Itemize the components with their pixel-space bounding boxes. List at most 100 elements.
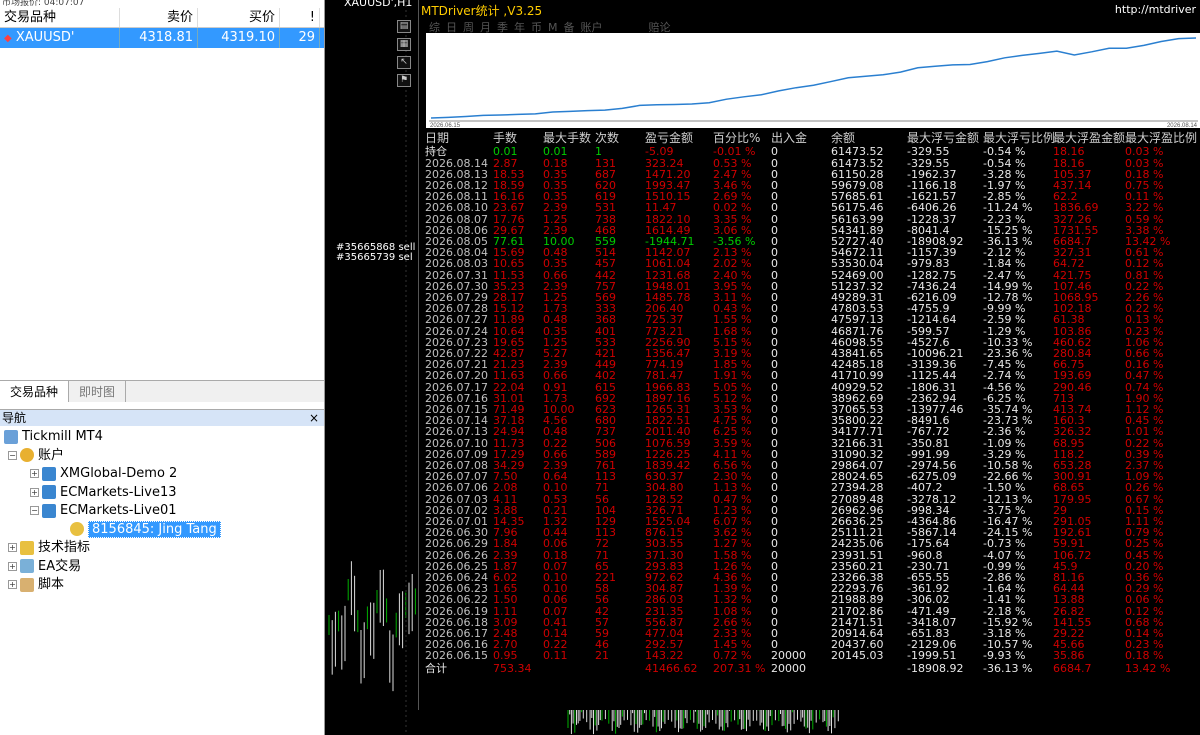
table-cell: 2026.06.19: [425, 604, 488, 618]
table-cell: 5.05 %: [713, 380, 752, 394]
table-cell: 1.84: [493, 537, 518, 551]
table-cell: 0: [771, 492, 778, 506]
col-spread[interactable]: !: [280, 8, 320, 27]
table-cell: 0.25 %: [1125, 537, 1164, 551]
table-cell: 56: [595, 492, 609, 506]
tree-user[interactable]: 8156845: Jing Tang: [0, 520, 324, 540]
table-cell: 0: [771, 156, 778, 170]
toolbar-button-3[interactable]: ↖: [397, 56, 411, 69]
tree-ea-label: EA交易: [38, 558, 82, 574]
table-cell: -4.56 %: [983, 380, 1026, 394]
table-cell: 290.46: [1053, 380, 1092, 394]
table-cell: 26.82: [1053, 604, 1085, 618]
symbol-row[interactable]: ◆ XAUUSD' 4318.81 4319.10 29: [0, 28, 324, 48]
col-bid[interactable]: 卖价: [120, 8, 198, 27]
collapse-icon[interactable]: −: [8, 450, 17, 460]
tree-account-2[interactable]: + ECMarkets-Live13: [0, 484, 324, 503]
col-symbol[interactable]: 交易品种: [0, 8, 120, 27]
table-cell: 506: [595, 436, 616, 450]
expand-icon[interactable]: +: [30, 487, 39, 497]
table-cell: 41466.62: [645, 661, 698, 675]
tree-indicators[interactable]: + 技术指标: [0, 539, 324, 558]
table-cell: 0.35: [543, 257, 568, 271]
table-cell: 34177.71: [831, 425, 884, 439]
toolbar-button-4[interactable]: ⚑: [397, 74, 411, 87]
table-cell: 0.66: [543, 369, 568, 383]
tree-account-1[interactable]: + XMGlobal-Demo 2: [0, 465, 324, 484]
table-cell: 442: [595, 268, 616, 282]
table-cell: 41710.99: [831, 369, 884, 383]
table-cell: 11.53: [493, 268, 525, 282]
table-cell: 20000: [771, 649, 806, 663]
tab-symbols[interactable]: 交易品种: [0, 381, 70, 402]
toolbar-button-2[interactable]: ▦: [397, 38, 411, 51]
price-chart[interactable]: XAUUSD',H1 ▤ ▦ ↖ ⚑ #35665868 sell #35665…: [326, 0, 1200, 735]
expand-icon[interactable]: +: [8, 561, 17, 571]
table-cell: 1.50: [493, 593, 518, 607]
table-cell: 68.95: [1053, 436, 1085, 450]
table-cell: -1228.37: [907, 212, 957, 226]
table-cell: 13.88: [1053, 593, 1085, 607]
table-cell: 百分比%: [713, 131, 761, 145]
table-cell: 0.03 %: [1125, 145, 1164, 158]
table-cell: 0.47 %: [713, 492, 752, 506]
table-cell: 2026.07.24: [425, 324, 488, 338]
table-cell: 2026.07.13: [425, 425, 488, 439]
table-cell: 手数: [493, 131, 518, 145]
tab-tick-chart[interactable]: 即时图: [69, 381, 127, 402]
symbol-cell: ◆ XAUUSD': [0, 28, 120, 48]
tree-scripts[interactable]: + 脚本: [0, 576, 324, 595]
expand-icon[interactable]: +: [8, 580, 17, 589]
table-cell: 773.21: [645, 324, 684, 338]
table-cell: 402: [595, 369, 616, 383]
table-cell: 6684.7: [1053, 661, 1092, 675]
tree-account-3[interactable]: − ECMarkets-Live01: [0, 502, 324, 521]
col-ask[interactable]: 买价: [198, 8, 280, 27]
table-cell: 53530.04: [831, 257, 884, 271]
table-cell: 68.65: [1053, 481, 1085, 495]
table-cell: 1.32 %: [713, 593, 752, 607]
table-cell: 21988.89: [831, 593, 884, 607]
table-cell: 0.01: [543, 145, 568, 158]
close-icon[interactable]: ×: [309, 410, 324, 426]
table-cell: 盈亏金额: [645, 131, 694, 145]
navigator-tree: Tickmill MT4 − 账户 + XMGlobal-Demo 2 + ECMar…: [0, 428, 324, 595]
table-cell: 371.30: [645, 548, 684, 562]
table-cell: 出入金: [771, 131, 808, 145]
collapse-icon[interactable]: −: [30, 506, 39, 515]
table-cell: 3.35 %: [713, 212, 752, 226]
table-cell: 10.65: [493, 257, 525, 271]
tree-root[interactable]: Tickmill MT4: [0, 428, 324, 447]
table-cell: 0.10: [543, 481, 568, 495]
panel-title: MTDriver统计 ,V3.25: [421, 4, 543, 18]
accounts-icon: [20, 448, 34, 462]
table-cell: 0.13 %: [1125, 313, 1164, 327]
tree-accounts[interactable]: − 账户: [0, 447, 324, 466]
expand-icon[interactable]: +: [8, 543, 17, 552]
table-cell: 2026.07.06: [425, 481, 488, 495]
table-cell: 0.59 %: [1125, 212, 1164, 226]
table-cell: -1999.51: [907, 649, 957, 663]
table-cell: -329.55: [907, 156, 950, 170]
panel-url[interactable]: http://mtdriver: [1115, 3, 1196, 16]
table-cell: 2026.08.03: [425, 257, 488, 271]
table-cell: 0: [771, 145, 778, 158]
table-cell: -329.55: [907, 145, 950, 158]
table-cell: 最大浮亏金额: [907, 131, 980, 145]
table-cell: 0.06: [543, 593, 568, 607]
table-cell: 0: [771, 425, 778, 439]
table-cell: 0.02 %: [713, 201, 752, 215]
table-cell: 23.67: [493, 201, 525, 215]
toolbar-button-1[interactable]: ▤: [397, 20, 411, 33]
table-cell: 304.80: [645, 481, 684, 495]
table-cell: 2026.07.20: [425, 369, 488, 383]
table-cell: 2.08: [493, 481, 518, 495]
table-cell: 余额: [831, 131, 856, 145]
table-cell: 0.07: [543, 604, 568, 618]
table-cell: 323.24: [645, 156, 684, 170]
table-cell: 615: [595, 380, 616, 394]
table-cell: 753.34: [493, 661, 532, 675]
tree-ea[interactable]: + EA交易: [0, 558, 324, 577]
expand-icon[interactable]: +: [30, 469, 39, 478]
table-cell: 207.31 %: [713, 661, 766, 675]
